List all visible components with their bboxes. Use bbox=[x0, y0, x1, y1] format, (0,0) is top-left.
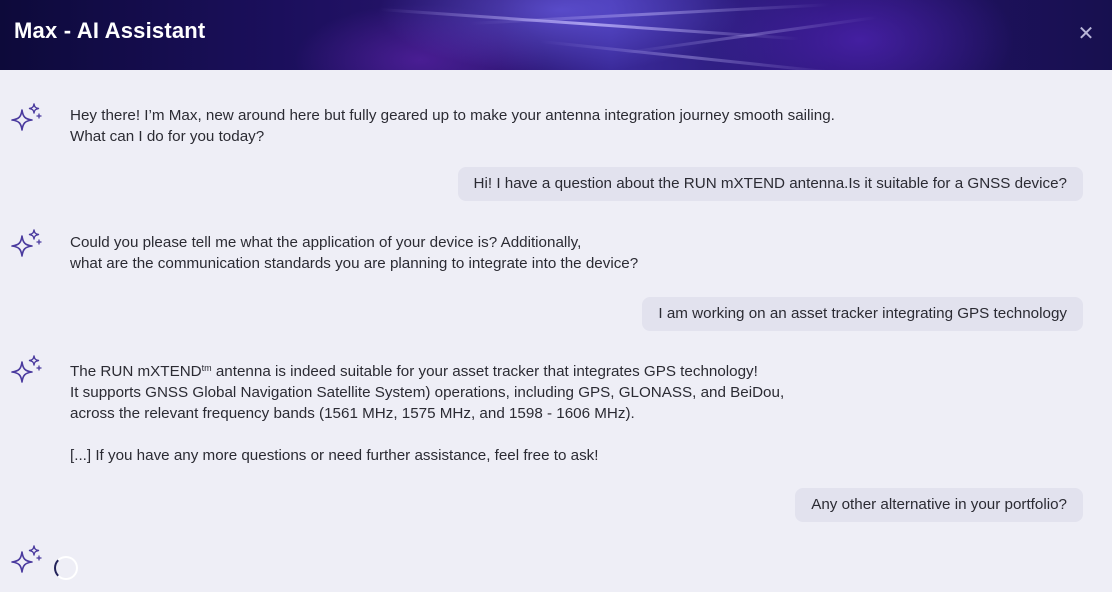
chat-header: Max - AI Assistant ✕ bbox=[0, 0, 1112, 70]
assistant-message-text: The RUN mXTENDtm antenna is indeed suita… bbox=[70, 358, 784, 466]
assistant-message-text: Hey there! I’m Max, new around here but … bbox=[70, 105, 835, 147]
user-message: Hi! I have a question about the RUN mXTE… bbox=[457, 167, 1083, 201]
sparkles-icon bbox=[11, 103, 42, 131]
sparkles-icon bbox=[11, 545, 42, 573]
close-icon[interactable]: ✕ bbox=[1076, 24, 1096, 44]
user-message: Any other alternative in your portfolio? bbox=[795, 488, 1083, 522]
message-line: across the relevant frequency bands (156… bbox=[70, 405, 635, 422]
assistant-message-text: Could you please tell me what the applic… bbox=[70, 232, 638, 274]
message-line: [...] If you have any more questions or … bbox=[70, 447, 599, 464]
sparkles-icon bbox=[11, 229, 42, 257]
chat-title: Max - AI Assistant bbox=[14, 18, 206, 43]
message-line: Could you please tell me what the applic… bbox=[70, 234, 582, 251]
header-decoration bbox=[619, 15, 878, 55]
message-line: what are the communication standards you… bbox=[70, 255, 639, 272]
message-line: What can I do for you today? bbox=[70, 128, 265, 145]
user-message: I am working on an asset tracker integra… bbox=[642, 297, 1083, 331]
header-decoration bbox=[469, 3, 830, 25]
message-line: The RUN mXTENDtm antenna is indeed suita… bbox=[70, 358, 784, 382]
loading-spinner-icon bbox=[54, 556, 78, 580]
message-line: Hey there! I’m Max, new around here but … bbox=[70, 107, 835, 124]
sparkles-icon bbox=[11, 355, 42, 383]
message-text-segment: The RUN mXTEND bbox=[70, 363, 202, 380]
message-text-segment: antenna is indeed suitable for your asse… bbox=[211, 363, 758, 380]
message-line: It supports GNSS Global Navigation Satel… bbox=[70, 384, 785, 401]
trademark-superscript: tm bbox=[201, 363, 212, 373]
